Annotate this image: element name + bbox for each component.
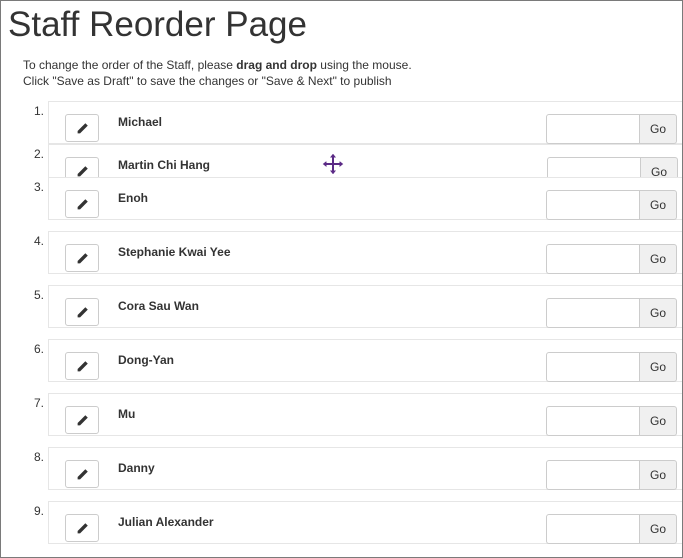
row-number: 3.: [34, 180, 45, 194]
edit-button[interactable]: [65, 298, 99, 326]
staff-name: Danny: [118, 461, 155, 475]
edit-button[interactable]: [65, 514, 99, 542]
row-number: 4.: [34, 234, 45, 248]
go-button[interactable]: Go: [639, 460, 677, 490]
pencil-icon: [77, 198, 88, 209]
edit-button[interactable]: [65, 190, 99, 218]
row-number: 9.: [34, 504, 45, 518]
staff-row-stephanie-kwai-yee[interactable]: Stephanie Kwai Yee Go: [48, 231, 682, 274]
row-number: 6.: [34, 342, 45, 356]
staff-name: Stephanie Kwai Yee: [118, 245, 231, 259]
pencil-icon: [77, 306, 88, 317]
edit-button[interactable]: [65, 244, 99, 272]
staff-reorder-page: Staff Reorder Page To change the order o…: [0, 0, 683, 558]
row-number: 8.: [34, 450, 45, 464]
instructions-line-2: Click "Save as Draft" to save the change…: [23, 74, 392, 88]
row-number: 2.: [34, 147, 45, 161]
staff-name: Julian Alexander: [118, 515, 214, 529]
go-button[interactable]: Go: [639, 114, 677, 144]
staff-name: Enoh: [118, 191, 148, 205]
position-input[interactable]: [546, 352, 640, 382]
move-cursor-icon: [321, 152, 345, 176]
instructions: To change the order of the Staff, please…: [23, 57, 412, 89]
row-number: 5.: [34, 288, 45, 302]
go-button[interactable]: Go: [639, 190, 677, 220]
go-button[interactable]: Go: [639, 244, 677, 274]
instructions-line-1: To change the order of the Staff, please…: [23, 58, 412, 72]
staff-name: Michael: [118, 115, 163, 129]
page-title: Staff Reorder Page: [8, 5, 307, 44]
edit-button[interactable]: [65, 352, 99, 380]
staff-name: Martin Chi Hang: [118, 158, 210, 172]
position-input[interactable]: [546, 514, 640, 544]
edit-button[interactable]: [65, 114, 99, 142]
staff-row-cora-sau-wan[interactable]: Cora Sau Wan Go: [48, 285, 682, 328]
pencil-icon: [77, 414, 88, 425]
position-input[interactable]: [546, 190, 640, 220]
staff-row-michael[interactable]: Michael Go: [48, 101, 682, 144]
go-button[interactable]: Go: [639, 514, 677, 544]
go-button[interactable]: Go: [639, 406, 677, 436]
position-input[interactable]: [546, 244, 640, 274]
edit-button[interactable]: [65, 460, 99, 488]
pencil-icon: [77, 252, 88, 263]
staff-name: Mu: [118, 407, 136, 421]
staff-name: Dong-Yan: [118, 353, 174, 367]
pencil-icon: [77, 122, 88, 133]
pencil-icon: [77, 360, 88, 371]
go-button[interactable]: Go: [639, 352, 677, 382]
staff-row-enoh[interactable]: Enoh Go: [48, 177, 682, 220]
staff-name: Cora Sau Wan: [118, 299, 199, 313]
position-input[interactable]: [546, 406, 640, 436]
edit-button[interactable]: [65, 406, 99, 434]
staff-row-mu[interactable]: Mu Go: [48, 393, 682, 436]
staff-row-dong-yan[interactable]: Dong-Yan Go: [48, 339, 682, 382]
pencil-icon: [77, 165, 88, 176]
row-number: 1.: [34, 104, 45, 118]
staff-row-danny[interactable]: Danny Go: [48, 447, 682, 490]
position-input[interactable]: [546, 298, 640, 328]
position-input[interactable]: [546, 114, 640, 144]
staff-row-julian-alexander[interactable]: Julian Alexander Go: [48, 501, 682, 544]
go-button[interactable]: Go: [639, 298, 677, 328]
pencil-icon: [77, 522, 88, 533]
pencil-icon: [77, 468, 88, 479]
row-number: 7.: [34, 396, 45, 410]
position-input[interactable]: [546, 460, 640, 490]
